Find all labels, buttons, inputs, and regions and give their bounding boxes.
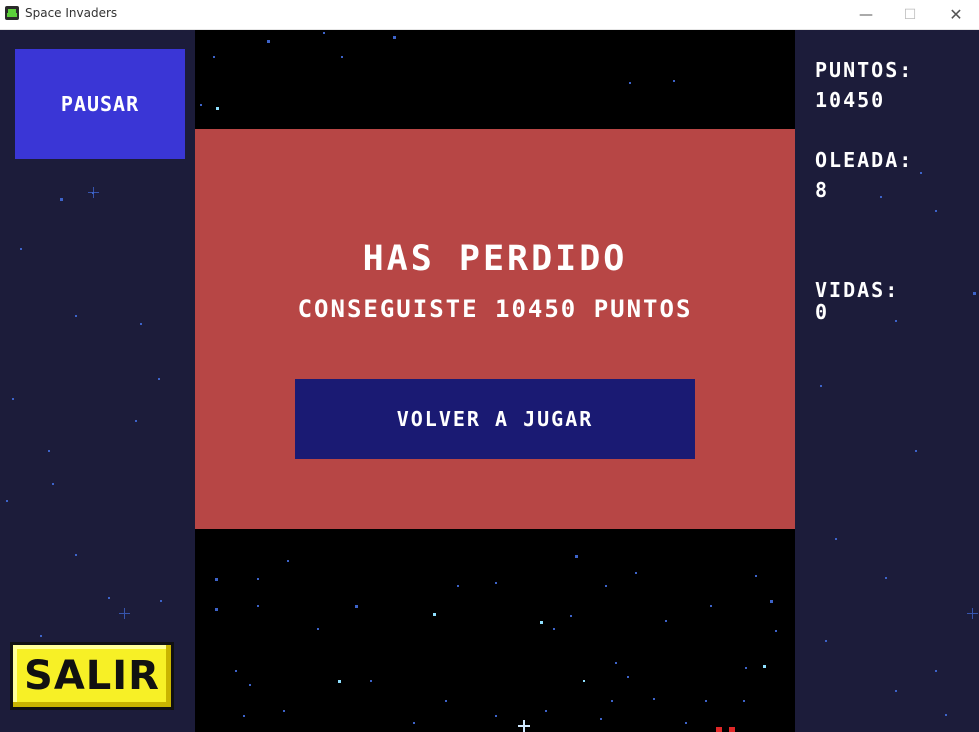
window-titlebar: Space Invaders — ☐ ✕ [0, 0, 979, 30]
lives-label: VIDAS: [815, 278, 900, 302]
close-button[interactable]: ✕ [933, 0, 979, 29]
points-label: PUNTOS: [815, 58, 914, 82]
game-over-title: HAS PERDIDO [362, 239, 628, 279]
game-area: HAS PERDIDO CONSEGUISTE 10450 PUNTOS VOL… [195, 30, 795, 732]
pause-button[interactable]: PAUSAR [15, 49, 185, 159]
maximize-button[interactable]: ☐ [887, 0, 933, 29]
right-side-panel: PUNTOS: 10450 OLEADA: 8 VIDAS: 0 [795, 30, 979, 732]
game-over-panel: HAS PERDIDO CONSEGUISTE 10450 PUNTOS VOL… [195, 129, 795, 529]
wave-value: 8 [815, 178, 830, 202]
window-title: Space Invaders [25, 6, 118, 20]
left-side-panel: PAUSAR SALIR [0, 30, 195, 732]
play-again-button[interactable]: VOLVER A JUGAR [295, 379, 695, 459]
exit-button-label: SALIR [24, 653, 160, 699]
wave-label: OLEADA: [815, 148, 914, 172]
points-value: 10450 [815, 88, 886, 112]
final-score-message: CONSEGUISTE 10450 PUNTOS [297, 295, 693, 323]
space-invader-icon [5, 6, 19, 20]
minimize-button[interactable]: — [843, 0, 889, 29]
right-starfield [820, 172, 978, 716]
lives-value: 0 [815, 300, 830, 324]
exit-button[interactable]: SALIR [10, 642, 174, 710]
